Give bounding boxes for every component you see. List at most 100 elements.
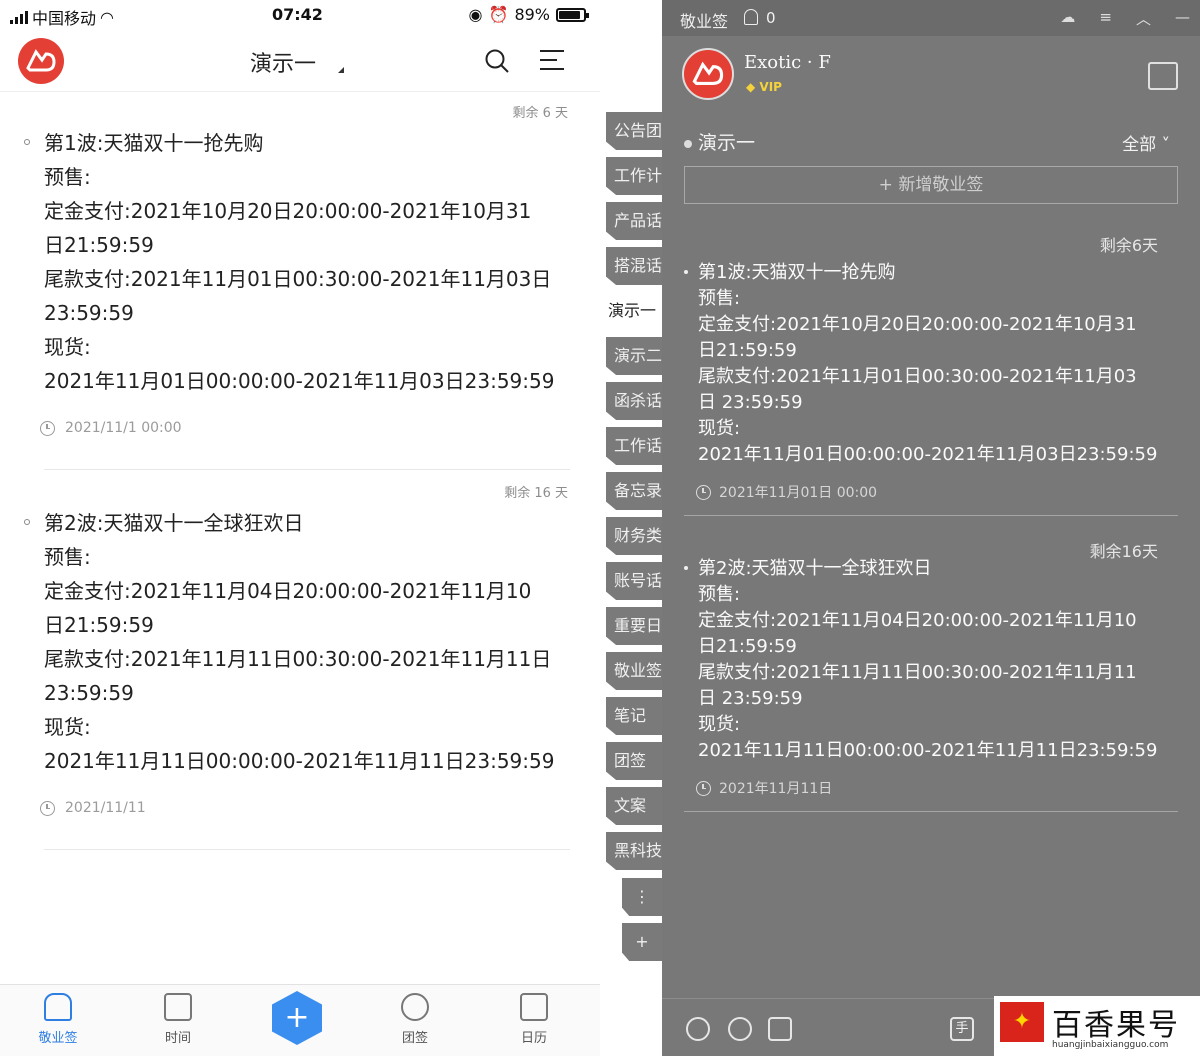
category-tab[interactable]: 函杀话 bbox=[606, 382, 662, 420]
note-line: 定金支付:2021年11月04日20:00:00-2021年11月10 bbox=[44, 579, 532, 603]
tab-time[interactable]: 时间 bbox=[148, 993, 208, 1046]
note-card[interactable]: 剩余 16 天 第2波:天猫双十一全球狂欢日 预售: 定金支付:2021年11月… bbox=[0, 472, 600, 852]
status-bar: 中国移动 ◠ 07:42 ◉ ⏰ 89% bbox=[0, 0, 600, 30]
calendar-icon bbox=[520, 993, 548, 1021]
note-line: 现货: bbox=[698, 714, 741, 735]
desktop-app: 敬业签 0 ☁ ≡ ︿ — Exotic · F ◆ VIP 演示一 全部 ˅ … bbox=[662, 0, 1200, 1056]
note-line: 第1波:天猫双十一抢先购 bbox=[44, 131, 264, 155]
note-line: 预售: bbox=[44, 165, 91, 189]
contacts-icon[interactable] bbox=[686, 1017, 710, 1041]
category-tab-active[interactable]: 演示一 bbox=[600, 292, 662, 330]
note-line: 2021年11月01日00:00:00-2021年11月03日23:59:59 bbox=[698, 444, 1158, 465]
note-card[interactable]: 剩余16天 第2波:天猫双十一全球狂欢日 预售: 定金支付:2021年11月04… bbox=[662, 516, 1200, 812]
cloud-sync-icon[interactable]: ☁ bbox=[1060, 8, 1075, 29]
category-tab[interactable]: 笔记 bbox=[606, 697, 662, 735]
filter-all-dropdown[interactable]: 全部 ˅ bbox=[1122, 130, 1170, 155]
category-tab[interactable]: 重要日 bbox=[606, 607, 662, 645]
note-list: 剩余 6 天 第1波:天猫双十一抢先购 预售: 定金支付:2021年10月20日… bbox=[0, 92, 600, 852]
clock-icon bbox=[696, 484, 711, 500]
star-flag-logo: ✦ bbox=[1000, 1002, 1044, 1042]
note-line: 现货: bbox=[44, 335, 91, 359]
note-date: 2021年11月01日 00:00 bbox=[696, 482, 877, 502]
app-name: 敬业签 bbox=[680, 12, 729, 31]
tab-label: 团签 bbox=[401, 1031, 428, 1046]
title-bar: 敬业签 0 ☁ ≡ ︿ — bbox=[662, 0, 1200, 36]
wifi-icon: ◠ bbox=[100, 7, 114, 27]
tab-calendar[interactable]: 日历 bbox=[504, 993, 564, 1046]
category-tab[interactable]: 产品话 bbox=[606, 202, 662, 240]
note-line: 预售: bbox=[44, 545, 91, 569]
note-date: 2021/11/11 bbox=[40, 800, 146, 816]
bell-icon[interactable] bbox=[744, 9, 758, 25]
category-tab[interactable]: 公告团 bbox=[606, 112, 662, 150]
handwriting-button[interactable]: 手 bbox=[950, 1017, 974, 1041]
note-line: 现货: bbox=[698, 418, 741, 439]
note-line: 日21:59:59 bbox=[698, 636, 797, 657]
note-line: 第2波:天猫双十一全球狂欢日 bbox=[698, 558, 932, 579]
bullet-icon bbox=[24, 139, 30, 145]
cloud-icon bbox=[44, 993, 72, 1021]
app-logo[interactable] bbox=[18, 38, 64, 84]
add-note-input[interactable]: + 新增敬业签 bbox=[684, 166, 1178, 204]
more-tabs-button[interactable]: ⋮ bbox=[622, 878, 662, 916]
category-tab[interactable]: 账号话 bbox=[606, 562, 662, 600]
note-line: 尾款支付:2021年11月11日00:30:00-2021年11月11 bbox=[698, 662, 1137, 683]
note-line: 尾款支付:2021年11月01日00:30:00-2021年11月03 bbox=[698, 366, 1137, 387]
watermark: ✦ 百香果号 huangjinbaixiangguo.com bbox=[994, 996, 1200, 1056]
menu-icon[interactable] bbox=[540, 50, 564, 72]
search-icon[interactable] bbox=[484, 48, 510, 74]
note-line: 尾款支付:2021年11月01日00:30:00-2021年11月03日 bbox=[44, 267, 552, 291]
note-date-text: 2021/11/11 bbox=[65, 800, 146, 816]
note-line: 23:59:59 bbox=[44, 301, 134, 325]
category-tab[interactable]: 工作话 bbox=[606, 427, 662, 465]
bullet-icon bbox=[24, 519, 30, 525]
vip-label: VIP bbox=[759, 80, 782, 94]
tab-team[interactable]: 团签 bbox=[385, 993, 445, 1046]
collapse-icon[interactable]: ︿ bbox=[1136, 8, 1151, 29]
rotation-lock-icon: ◉ bbox=[468, 5, 483, 24]
menu-icon[interactable]: ≡ bbox=[1099, 8, 1112, 29]
note-card[interactable]: 剩余 6 天 第1波:天猫双十一抢先购 预售: 定金支付:2021年10月20日… bbox=[0, 92, 600, 472]
note-line: 预售: bbox=[698, 288, 741, 309]
category-tabs: 公告团 工作计 产品话 搭混话 演示一 演示二 函杀话 工作话 备忘录 财务类 … bbox=[600, 108, 662, 968]
category-name: 演示一 bbox=[698, 132, 756, 154]
note-line: 定金支付:2021年11月04日20:00:00-2021年11月10 bbox=[698, 610, 1137, 631]
tab-jingyeqian[interactable]: 敬业签 bbox=[28, 993, 88, 1046]
category-tab[interactable]: 演示二 bbox=[606, 337, 662, 375]
minimize-icon[interactable]: — bbox=[1175, 8, 1190, 29]
category-tab[interactable]: 财务类 bbox=[606, 517, 662, 555]
tab-label: 时间 bbox=[164, 1031, 191, 1046]
note-book-icon[interactable] bbox=[768, 1017, 792, 1041]
add-tab-button[interactable]: + bbox=[622, 923, 662, 961]
category-tab[interactable]: 备忘录 bbox=[606, 472, 662, 510]
note-line: 日21:59:59 bbox=[44, 233, 154, 257]
avatar[interactable] bbox=[682, 48, 734, 100]
team-icon bbox=[401, 993, 429, 1021]
category-tab[interactable]: 黑科技 bbox=[606, 832, 662, 870]
note-line: 日 23:59:59 bbox=[698, 688, 803, 709]
category-tab[interactable]: 文案 bbox=[606, 787, 662, 825]
note-list: 剩余6天 第1波:天猫双十一抢先购 预售: 定金支付:2021年10月20日20… bbox=[662, 220, 1200, 812]
add-note-button[interactable]: + bbox=[272, 991, 322, 1045]
category-tab[interactable]: 工作计 bbox=[606, 157, 662, 195]
signal-icon bbox=[10, 10, 28, 24]
note-line: 尾款支付:2021年11月11日00:30:00-2021年11月11日 bbox=[44, 647, 552, 671]
category-tab[interactable]: 团签 bbox=[606, 742, 662, 780]
divider bbox=[44, 849, 570, 850]
remaining-days: 剩余6天 bbox=[1099, 236, 1158, 255]
page-title[interactable]: 演示一 bbox=[250, 46, 316, 78]
search-icon[interactable] bbox=[728, 1017, 752, 1041]
note-card[interactable]: 剩余6天 第1波:天猫双十一抢先购 预售: 定金支付:2021年10月20日20… bbox=[662, 220, 1200, 516]
note-line: 预售: bbox=[698, 584, 741, 605]
note-date: 2021年11月11日 bbox=[696, 778, 832, 798]
note-line: 第2波:天猫双十一全球狂欢日 bbox=[44, 511, 304, 535]
category-tab[interactable]: 敬业签 bbox=[606, 652, 662, 690]
mobile-app: 中国移动 ◠ 07:42 ◉ ⏰ 89% 演示一 剩余 6 天 第1波:天猫双十… bbox=[0, 0, 600, 1056]
remaining-days: 剩余 16 天 bbox=[504, 486, 568, 501]
calendar-icon[interactable] bbox=[1148, 62, 1178, 90]
note-line: 定金支付:2021年10月20日20:00:00-2021年10月31 bbox=[44, 199, 532, 223]
battery-percent: 89% bbox=[514, 5, 550, 24]
category-filter[interactable]: 演示一 全部 ˅ bbox=[684, 128, 1180, 156]
title-dropdown-caret-icon[interactable] bbox=[338, 67, 344, 73]
category-tab[interactable]: 搭混话 bbox=[606, 247, 662, 285]
